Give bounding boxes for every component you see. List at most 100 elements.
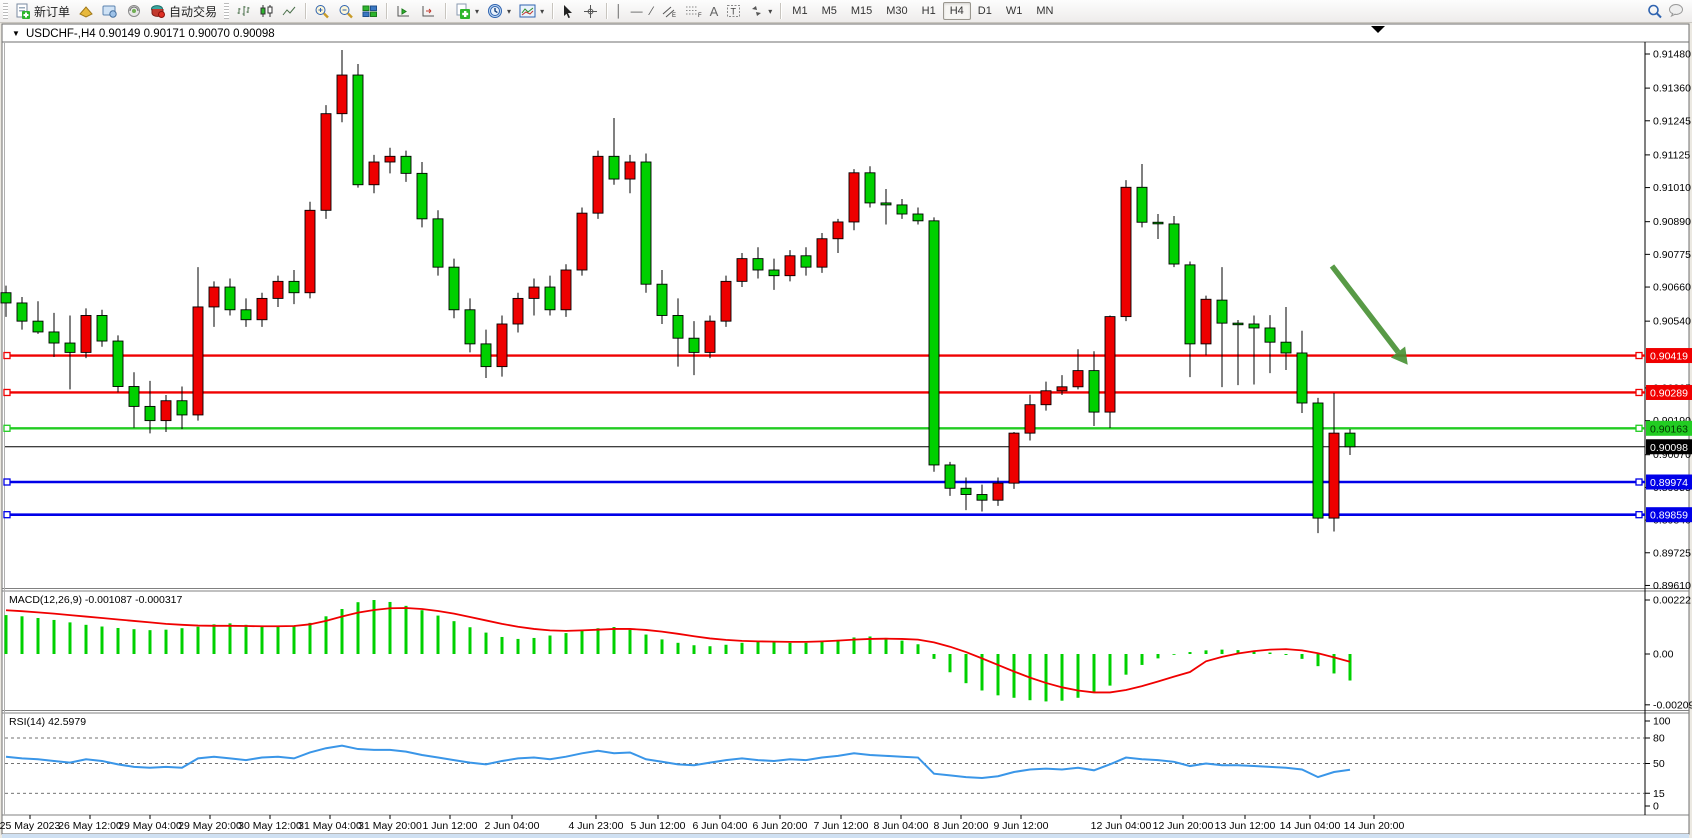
svg-text:13 Jun 12:00: 13 Jun 12:00	[1215, 820, 1276, 832]
svg-text:-0.00209: -0.00209	[1653, 699, 1692, 711]
line-chart-icon	[282, 4, 297, 18]
support-line-blue-1-right-handle[interactable]	[1636, 479, 1642, 485]
svg-text:4 Jun 23:00: 4 Jun 23:00	[569, 820, 624, 832]
bar-chart-icon	[236, 4, 251, 18]
svg-text:9 Jun 12:00: 9 Jun 12:00	[994, 820, 1049, 832]
navigator-button[interactable]	[122, 1, 146, 21]
svg-text:6 Jun 04:00: 6 Jun 04:00	[693, 820, 748, 832]
svg-text:31 May 20:00: 31 May 20:00	[358, 820, 422, 832]
search-icon[interactable]	[1647, 4, 1662, 19]
fibonacci-icon: F	[685, 4, 702, 18]
label-tool-button[interactable]: T	[722, 1, 745, 21]
cursor-tool-button[interactable]	[557, 1, 579, 21]
svg-text:2 Jun 04:00: 2 Jun 04:00	[485, 820, 540, 832]
timeframe-button-h1[interactable]: H1	[915, 2, 943, 20]
support-line-blue-2-left-handle[interactable]	[4, 512, 10, 518]
svg-text:26 May 12:00: 26 May 12:00	[58, 820, 122, 832]
autotrade-button[interactable]: 自动交易	[146, 1, 221, 21]
svg-text:F: F	[698, 13, 702, 18]
market-watch-button[interactable]	[74, 1, 98, 21]
zoom-in-icon	[314, 4, 330, 19]
label-icon: T	[726, 4, 741, 18]
crosshair-tool-button[interactable]	[579, 1, 602, 21]
resistance-line-1-right-handle[interactable]	[1636, 353, 1642, 359]
toolbar-grip[interactable]	[3, 3, 8, 19]
candlestick-chart-button[interactable]	[255, 1, 278, 21]
periods-clock-icon	[487, 3, 503, 19]
support-line-green-right-handle[interactable]	[1636, 425, 1642, 431]
periods-button[interactable]: ▾	[483, 1, 515, 21]
resistance-line-2-left-handle[interactable]	[4, 389, 10, 395]
svg-text:8 Jun 20:00: 8 Jun 20:00	[934, 820, 989, 832]
notifications-button[interactable]: 1	[1668, 3, 1684, 20]
svg-text:30 May 12:00: 30 May 12:00	[238, 820, 302, 832]
periods-caret: ▾	[507, 7, 511, 16]
svg-text:0.00: 0.00	[1653, 649, 1674, 661]
indicators-button[interactable]: ▾	[450, 1, 483, 21]
bar-chart-button[interactable]	[232, 1, 255, 21]
svg-text:0.91245: 0.91245	[1653, 115, 1691, 127]
new-order-icon	[15, 3, 31, 19]
timeframe-button-m30[interactable]: M30	[879, 2, 914, 20]
svg-text:14 Jun 20:00: 14 Jun 20:00	[1344, 820, 1405, 832]
channel-tool-button[interactable]: E	[657, 1, 681, 21]
chart-shift-icon	[395, 4, 412, 19]
macd-label: MACD(12,26,9) -0.001087 -0.000317	[9, 594, 183, 606]
chart-collapse-arrow: ▼	[12, 29, 20, 38]
svg-text:0.91125: 0.91125	[1653, 149, 1690, 161]
timeframe-button-w1[interactable]: W1	[999, 2, 1030, 20]
rsi-label: RSI(14) 42.5979	[9, 716, 86, 728]
support-line-blue-2-right-handle[interactable]	[1636, 512, 1642, 518]
svg-text:0.90890: 0.90890	[1653, 216, 1691, 228]
chart-shift-button[interactable]	[391, 1, 416, 21]
svg-text:T: T	[731, 7, 737, 17]
svg-text:0.90289: 0.90289	[1650, 387, 1688, 399]
zoom-out-button[interactable]	[334, 1, 358, 21]
svg-text:1 Jun 12:00: 1 Jun 12:00	[423, 820, 478, 832]
svg-text:0.89974: 0.89974	[1650, 477, 1688, 489]
timeframe-button-m5[interactable]: M5	[815, 2, 844, 20]
timeframe-group: M1M5M15M30H1H4D1W1MN	[785, 2, 1060, 20]
tile-windows-button[interactable]	[358, 1, 382, 21]
timeframe-button-h4[interactable]: H4	[943, 2, 971, 20]
support-line-blue-1-left-handle[interactable]	[4, 479, 10, 485]
arrows-tool-button[interactable]: ▾	[745, 1, 776, 21]
resistance-line-1-left-handle[interactable]	[4, 353, 10, 359]
svg-text:0.91010: 0.91010	[1653, 182, 1691, 194]
resistance-line-2-right-handle[interactable]	[1636, 389, 1642, 395]
svg-text:0.91360: 0.91360	[1653, 83, 1691, 95]
templates-button[interactable]: ▾	[515, 1, 548, 21]
zoom-in-button[interactable]	[310, 1, 334, 21]
chart-title: USDCHF-,H4 0.90149 0.90171 0.90070 0.900…	[26, 28, 275, 40]
timeframe-button-d1[interactable]: D1	[971, 2, 999, 20]
timeframe-button-m15[interactable]: M15	[844, 2, 879, 20]
vline-tool-button[interactable]: │	[611, 1, 627, 21]
auto-scroll-button[interactable]	[416, 1, 441, 21]
support-line-green-left-handle[interactable]	[4, 425, 10, 431]
svg-text:0.90098: 0.90098	[1650, 442, 1688, 454]
timeframe-button-m1[interactable]: M1	[785, 2, 814, 20]
autotrade-label: 自动交易	[169, 3, 217, 20]
svg-text:8 Jun 04:00: 8 Jun 04:00	[874, 820, 929, 832]
data-window-button[interactable]	[98, 1, 122, 21]
trendline-tool-button[interactable]: ⁄	[647, 1, 657, 21]
timeframe-button-mn[interactable]: MN	[1029, 2, 1060, 20]
hline-tool-button[interactable]: —	[627, 1, 647, 21]
svg-text:50: 50	[1653, 758, 1665, 770]
line-chart-button[interactable]	[278, 1, 301, 21]
main-toolbar: 新订单 自动交易 ▾ ▾	[0, 0, 1692, 23]
svg-text:0.90163: 0.90163	[1650, 423, 1688, 435]
text-tool-button[interactable]: A	[706, 1, 723, 21]
svg-text:25 May 2023: 25 May 2023	[0, 820, 61, 832]
new-order-button[interactable]: 新订单	[11, 1, 74, 21]
svg-text:0.89859: 0.89859	[1650, 510, 1688, 522]
navigator-icon	[126, 4, 142, 18]
svg-text:31 May 04:00: 31 May 04:00	[298, 820, 362, 832]
arrows-caret: ▾	[768, 7, 772, 16]
templates-caret: ▾	[540, 7, 544, 16]
svg-text:7 Jun 12:00: 7 Jun 12:00	[814, 820, 869, 832]
data-window-icon	[102, 4, 118, 18]
fibonacci-tool-button[interactable]: F	[681, 1, 706, 21]
chart-canvas[interactable]: ▼ USDCHF-,H4 0.90149 0.90171 0.90070 0.90…	[0, 22, 1692, 838]
indicators-icon	[454, 3, 471, 19]
